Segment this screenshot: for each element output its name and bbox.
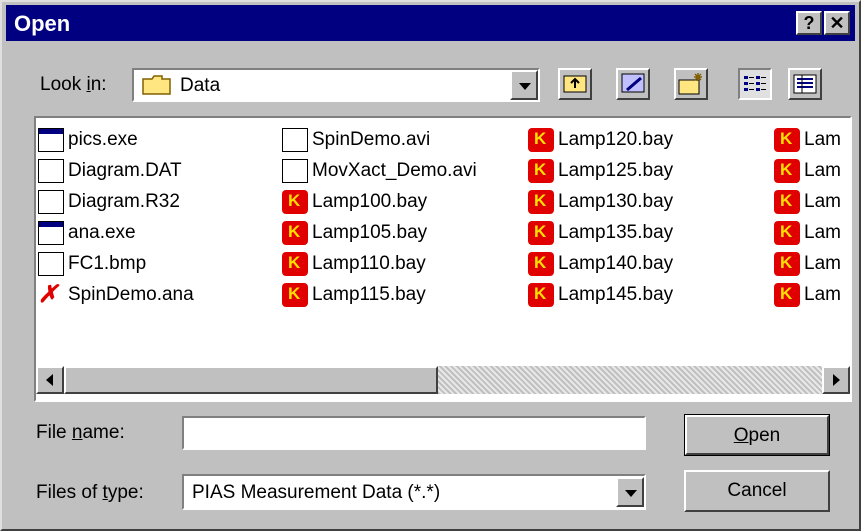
open-mnemonic: O (733, 425, 749, 446)
open-button-label: Open (685, 425, 829, 447)
file-name: Lamp115.bay (312, 284, 426, 305)
close-button[interactable]: ✕ (824, 11, 850, 35)
look-in-label: Look in: (40, 74, 107, 96)
open-rest: pen (748, 425, 781, 446)
list-view-icon (744, 76, 766, 91)
look-in-dropdown-button[interactable] (510, 70, 538, 100)
list-view-button[interactable] (738, 68, 772, 100)
new-folder-button[interactable] (674, 68, 708, 100)
bay-icon (528, 159, 554, 183)
bay-icon (774, 252, 800, 276)
open-button[interactable]: Open (684, 414, 830, 456)
bay-icon (528, 283, 554, 307)
look-in-value: Data (180, 75, 221, 96)
file-name: Lamp110.bay (312, 253, 426, 274)
avi-icon (282, 159, 308, 183)
bay-icon (282, 283, 308, 307)
files-of-type-label: Files of type: (36, 482, 144, 504)
file-name: ana.exe (68, 222, 136, 243)
files-of-type-dropdown-button[interactable] (616, 477, 644, 507)
dat-icon (38, 159, 64, 183)
file-name-label-pre: File (36, 422, 72, 443)
file-name: Lamp140.bay (558, 253, 674, 274)
details-view-icon (793, 74, 817, 94)
exe-icon (38, 128, 64, 152)
arrow-left-icon (46, 374, 53, 386)
look-in-label-post: n: (90, 74, 107, 95)
file-name: Lamp120.bay (558, 129, 674, 150)
file-name: FC1.bmp (68, 253, 147, 274)
file-name-label-mnemonic: n (71, 422, 83, 443)
open-dialog: Open ? ✕ Look in: Data pics.exe Diagram.D… (0, 0, 861, 531)
bay-icon (528, 221, 554, 245)
scroll-thumb[interactable] (64, 366, 438, 394)
dialog-title: Open (14, 11, 71, 36)
look-in-combo[interactable]: Data (132, 68, 540, 102)
bay-icon (528, 128, 554, 152)
bay-icon (282, 221, 308, 245)
exe-icon (38, 221, 64, 245)
file-name-label: File name: (36, 422, 125, 444)
scroll-left-button[interactable] (36, 366, 64, 394)
title-bar[interactable]: Open ? ✕ (6, 5, 855, 41)
file-name: Lam (804, 253, 841, 274)
file-name: Lam (804, 129, 841, 150)
file-name: Lam (804, 222, 841, 243)
bay-icon (282, 190, 308, 214)
bmp-icon (38, 252, 64, 276)
file-name: Lamp145.bay (558, 284, 674, 305)
details-view-button[interactable] (788, 68, 822, 100)
bay-icon (774, 221, 800, 245)
file-name: SpinDemo.avi (312, 129, 431, 150)
file-name: Lam (804, 160, 841, 181)
scroll-track[interactable] (438, 366, 822, 394)
file-name-input[interactable] (182, 416, 646, 450)
avi-icon (282, 128, 308, 152)
file-name: Lamp130.bay (558, 191, 674, 212)
files-of-type-label-pre: Files of (36, 482, 103, 503)
cancel-button[interactable]: Cancel (684, 470, 830, 512)
new-folder-icon (678, 73, 702, 95)
file-name: MovXact_Demo.avi (312, 160, 477, 181)
cancel-button-label: Cancel (727, 480, 787, 501)
file-name: Lam (804, 191, 841, 212)
file-name: SpinDemo.ana (68, 284, 194, 305)
file-name-label-post: ame: (82, 422, 125, 443)
file-name: Lamp100.bay (312, 191, 428, 212)
file-list[interactable]: pics.exe Diagram.DAT Diagram.R32 ana.exe FC1… (34, 116, 852, 402)
bay-icon (282, 252, 308, 276)
file-name: pics.exe (68, 129, 138, 150)
files-of-type-label-post: ype: (107, 482, 144, 503)
files-of-type-value: PIAS Measurement Data (*.*) (192, 482, 441, 503)
arrow-right-icon (833, 374, 840, 386)
file-name: Lamp135.bay (558, 222, 674, 243)
up-one-level-button[interactable] (558, 68, 592, 100)
look-in-label-pre: Look (40, 74, 87, 95)
bay-icon (774, 190, 800, 214)
file-name: Lamp105.bay (312, 222, 428, 243)
bay-icon (528, 190, 554, 214)
bay-icon (774, 159, 800, 183)
folder-up-icon (563, 75, 587, 93)
bay-icon (774, 128, 800, 152)
desktop-button[interactable] (616, 68, 650, 100)
help-button[interactable]: ? (796, 11, 822, 35)
bay-icon (528, 252, 554, 276)
file-name: Diagram.DAT (68, 160, 182, 181)
ana-icon (38, 283, 64, 307)
scroll-right-button[interactable] (822, 366, 850, 394)
file-name: Lamp125.bay (558, 160, 674, 181)
file-name: Diagram.R32 (68, 191, 180, 212)
horizontal-scrollbar[interactable] (36, 366, 850, 394)
files-of-type-combo[interactable]: PIAS Measurement Data (*.*) (182, 474, 646, 510)
desktop-icon (621, 73, 645, 93)
folder-icon (142, 75, 171, 95)
file-name: Lam (804, 284, 841, 305)
r32-icon (38, 190, 64, 214)
bay-icon (774, 283, 800, 307)
